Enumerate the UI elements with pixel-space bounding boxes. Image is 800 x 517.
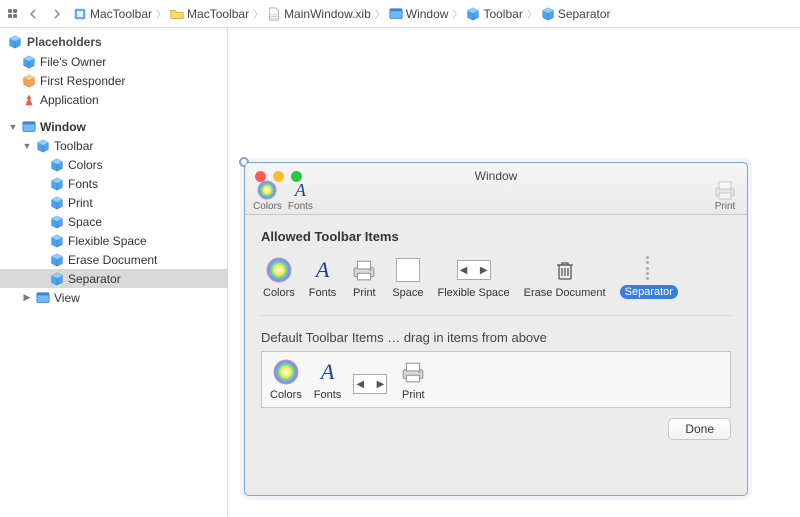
allowed-item-print[interactable]: Print (350, 256, 378, 299)
allowed-item-space[interactable]: Space (392, 256, 423, 299)
outline-item-first-responder[interactable]: First Responder (0, 71, 227, 90)
separator-icon (646, 256, 652, 280)
default-items-title: Default Toolbar Items … drag in items fr… (261, 330, 731, 345)
top-toolbar: MacToolbar 〉 MacToolbar 〉 MainWindow.xib… (0, 0, 800, 28)
fonts-icon: A (321, 361, 334, 383)
default-item-print[interactable]: Print (399, 358, 427, 401)
crumb-file[interactable]: MainWindow.xib (267, 7, 371, 21)
fonts-icon: A (295, 181, 306, 199)
flexible-space-icon: ◀▶ (353, 374, 387, 394)
cube-icon (36, 139, 50, 153)
outline-item-fonts[interactable]: Fonts (0, 174, 227, 193)
toolbar-item-print[interactable]: Print (713, 179, 737, 212)
default-items-box[interactable]: Colors AFonts ◀▶ Print (261, 351, 731, 408)
cube-icon (8, 35, 22, 49)
disclosure-triangle-icon[interactable]: ▼ (22, 141, 32, 151)
outline-item-flexible-space[interactable]: Flexible Space (0, 231, 227, 250)
window-icon (22, 120, 36, 134)
related-items-icon[interactable] (6, 7, 19, 20)
flexible-space-icon: ◀▶ (457, 260, 491, 280)
outline-item-window[interactable]: ▼Window (0, 117, 227, 136)
crumb-selected[interactable]: Separator (541, 7, 611, 21)
nav-forward-button[interactable] (47, 4, 67, 24)
outline-sidebar: Placeholders File's Owner First Responde… (0, 28, 228, 517)
default-item-colors[interactable]: Colors (270, 358, 302, 401)
breadcrumb: MacToolbar 〉 MacToolbar 〉 MainWindow.xib… (73, 6, 754, 21)
default-item-fonts[interactable]: AFonts (314, 358, 342, 401)
toolbar-item-label: Print (715, 201, 736, 212)
cube-icon (50, 272, 64, 286)
disclosure-triangle-icon[interactable]: ▼ (8, 122, 18, 132)
window-title: Window (245, 169, 747, 183)
window-titlebar: Window Colors A Fonts Print (245, 163, 747, 215)
toolbar-config-sheet: Allowed Toolbar Items Colors AFonts Prin… (245, 215, 747, 454)
space-icon (396, 258, 420, 282)
cube-icon (50, 234, 64, 248)
outline-item-print[interactable]: Print (0, 193, 227, 212)
cube-icon (50, 177, 64, 191)
toolbar-item-label: Fonts (288, 201, 313, 212)
crumb-window[interactable]: Window (389, 7, 449, 21)
allowed-item-flexible-space[interactable]: ◀▶Flexible Space (438, 256, 510, 299)
crumb-toolbar[interactable]: Toolbar (466, 7, 522, 21)
outline-item-files-owner[interactable]: File's Owner (0, 52, 227, 71)
cube-icon (50, 196, 64, 210)
ib-canvas[interactable]: Window Colors A Fonts Print (228, 28, 800, 517)
mock-window[interactable]: Window Colors A Fonts Print (244, 162, 748, 496)
divider (261, 315, 731, 316)
chevron-right-icon: 〉 (523, 6, 541, 21)
outline-item-application[interactable]: Application (0, 90, 227, 109)
allowed-item-fonts[interactable]: AFonts (309, 256, 337, 299)
disclosure-triangle-icon[interactable]: ▶ (22, 292, 32, 303)
cube-icon (50, 215, 64, 229)
outline-section-placeholders: Placeholders (0, 32, 227, 52)
allowed-items-row: Colors AFonts Print Space ◀▶Flexible Spa… (261, 250, 731, 303)
app-icon (22, 93, 36, 107)
window-icon (36, 291, 50, 305)
cube-icon (50, 158, 64, 172)
crumb-project[interactable]: MacToolbar (73, 7, 152, 21)
toolbar-item-label: Colors (253, 201, 282, 212)
cube-icon (22, 55, 36, 69)
chevron-right-icon: 〉 (152, 6, 170, 21)
outline-item-colors[interactable]: Colors (0, 155, 227, 174)
outline-item-view[interactable]: ▶View (0, 288, 227, 307)
chevron-right-icon: 〉 (249, 6, 267, 21)
allowed-item-colors[interactable]: Colors (263, 256, 295, 299)
outline-item-space[interactable]: Space (0, 212, 227, 231)
default-item-flex[interactable]: ◀▶ (353, 370, 387, 401)
outline-item-toolbar[interactable]: ▼Toolbar (0, 136, 227, 155)
cube-orange-icon (22, 74, 36, 88)
outline-item-separator[interactable]: Separator (0, 269, 227, 288)
allowed-item-erase-document[interactable]: Erase Document (524, 256, 606, 299)
allowed-items-title: Allowed Toolbar Items (261, 229, 731, 244)
fonts-icon: A (316, 259, 329, 281)
toolbar-item-fonts[interactable]: A Fonts (288, 179, 313, 212)
outline-item-erase-document[interactable]: Erase Document (0, 250, 227, 269)
nav-back-button[interactable] (23, 4, 43, 24)
done-button[interactable]: Done (668, 418, 731, 440)
toolbar-item-colors[interactable]: Colors (253, 179, 282, 212)
allowed-item-separator[interactable]: Separator (620, 254, 678, 299)
chevron-right-icon: 〉 (448, 6, 466, 21)
cube-icon (50, 253, 64, 267)
chevron-right-icon: 〉 (371, 6, 389, 21)
crumb-folder[interactable]: MacToolbar (170, 7, 249, 21)
